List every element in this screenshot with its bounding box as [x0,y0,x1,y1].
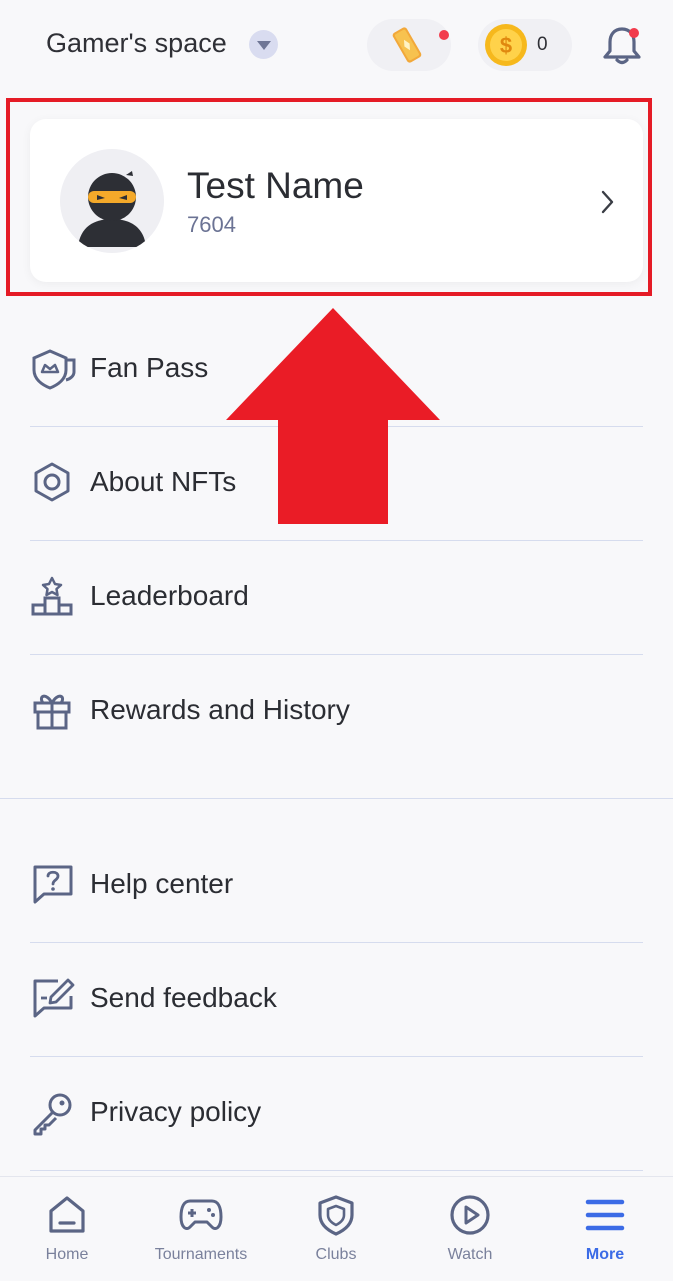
nav-clubs[interactable]: Clubs [276,1177,396,1281]
section-divider [0,798,673,799]
menu-item-label: Help center [90,868,234,899]
coin-count: 0 [537,34,548,55]
shield-icon [318,1195,354,1236]
help-icon [33,865,73,904]
menu-item-help-center[interactable]: Help center [30,844,643,924]
ticket-notification-dot [439,30,449,40]
nav-tournaments[interactable]: Tournaments [141,1177,261,1281]
menu-item-label: Send feedback [90,982,277,1013]
space-dropdown-icon[interactable] [249,30,278,59]
space-title[interactable]: Gamer's space [46,28,227,59]
highlight-frame [6,98,652,296]
menu-item-label: Rewards and History [90,694,350,725]
play-icon [450,1195,490,1235]
coin-icon: $ [485,24,527,66]
ticket-button[interactable] [367,19,451,71]
ticket-icon [392,27,422,63]
nav-label: Home [45,1246,89,1263]
menu-item-send-feedback[interactable]: Send feedback [30,958,643,1038]
menu-item-rewards-history[interactable]: Rewards and History [30,670,643,750]
divider [30,654,643,655]
divider [30,1056,643,1057]
feedback-icon [33,978,75,1018]
menu-icon [585,1199,625,1231]
divider [30,942,643,943]
divider [30,1170,643,1171]
menu-item-label: Fan Pass [90,352,209,383]
nav-label: More [585,1246,625,1263]
bell-icon[interactable] [600,24,644,68]
top-bar: Gamer's space $ 0 [0,0,673,92]
nav-label: Tournaments [154,1246,248,1263]
fan-pass-shield-icon [32,349,76,390]
svg-text:$: $ [500,33,512,58]
menu-item-leaderboard[interactable]: Leaderboard [30,556,643,636]
menu-item-label: About NFTs [90,466,237,497]
nav-watch[interactable]: Watch [410,1177,530,1281]
divider [30,540,643,541]
coins-button[interactable]: $ [478,19,572,71]
nav-home[interactable]: Home [7,1177,127,1281]
menu-item-label: Leaderboard [90,580,249,611]
nav-label: Watch [447,1246,493,1263]
gamepad-icon [179,1199,223,1231]
hexagon-icon [34,462,70,502]
annotation-arrow [226,308,440,524]
menu-item-privacy-policy[interactable]: Privacy policy [30,1072,643,1152]
gift-icon [33,694,71,730]
menu-item-label: Privacy policy [90,1096,262,1127]
podium-icon [31,576,73,616]
key-icon [33,1093,72,1136]
nav-label: Clubs [315,1246,357,1263]
home-icon [49,1196,85,1233]
nav-more[interactable]: More [545,1177,665,1281]
bottom-nav: Home Tournaments Clubs Watch More [0,1176,673,1281]
